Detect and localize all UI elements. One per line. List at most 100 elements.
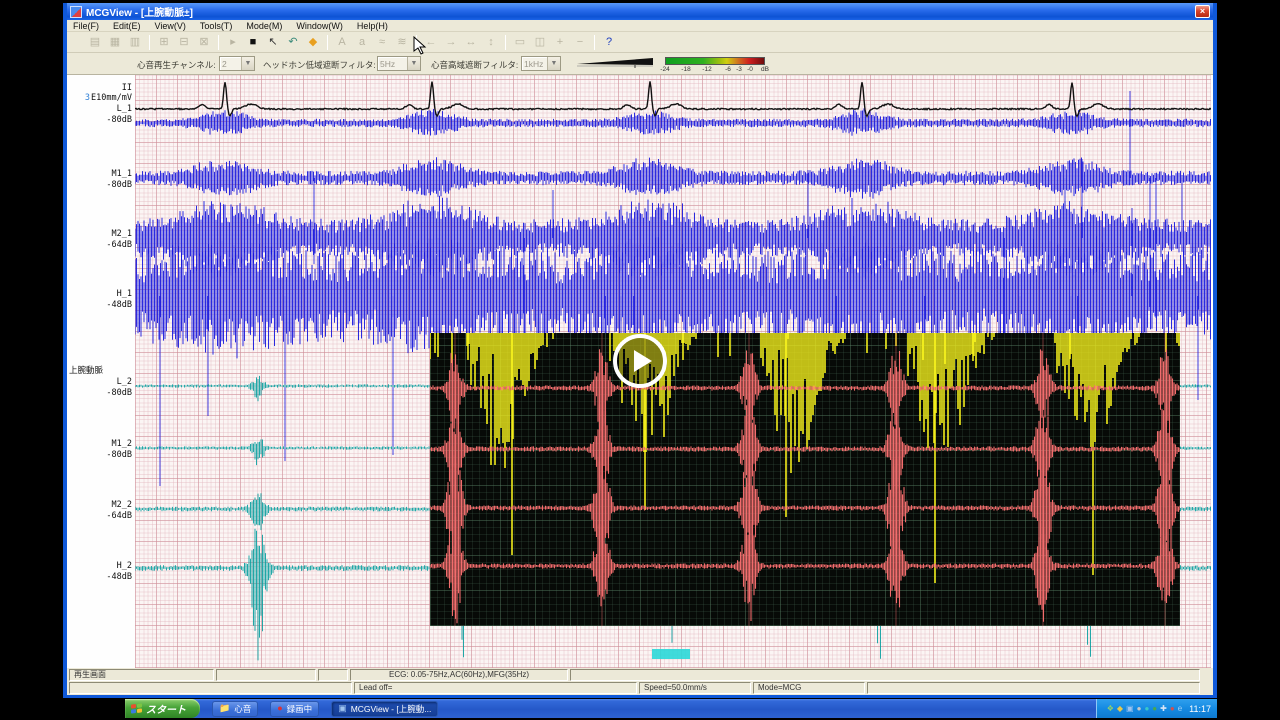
update-icon[interactable]: ✚	[1160, 705, 1167, 713]
pointer-button[interactable]: ↖	[263, 34, 283, 51]
system-tray: ❖◆▣●●●✚●e11:17	[1096, 699, 1217, 718]
channel-label-M2_1: M2_1	[70, 229, 132, 239]
play-button[interactable]: ▸	[223, 34, 243, 51]
toolbar-separator	[327, 35, 328, 50]
channel-label-M1_2: M1_2	[70, 439, 132, 449]
task-heart-sound[interactable]: 📁心音	[212, 701, 258, 717]
folder-icon: 📁	[219, 704, 230, 713]
layout-single-button[interactable]: ▭	[510, 34, 530, 51]
toolbar: ▤▦▥⊞⊟⊠▸■↖↶◆Aa≈≋←→↔↕▭◫+−?	[67, 32, 1213, 53]
undo-button[interactable]: ↶	[283, 34, 303, 51]
taskbar: スタート 📁心音●録画中▣MCGView - [上腕動... ❖◆▣●●●✚●e…	[125, 699, 1217, 718]
lowcut-filter-select[interactable]: 5Hz▼	[377, 56, 421, 71]
chevron-down-icon: ▼	[547, 57, 560, 70]
mcgview-window: MCGView - [上腕動脈±] × File(F) Edit(E) View(V…	[63, 3, 1217, 698]
text-large-button[interactable]: A	[332, 34, 352, 51]
open-button[interactable]: ▤	[85, 34, 105, 51]
channel-marker: 3	[85, 93, 90, 103]
gain-down-button[interactable]: −	[570, 34, 590, 51]
title-bar[interactable]: MCGView - [上腕動脈±] ×	[67, 3, 1213, 20]
channel-label--80dB: -80dB	[70, 450, 132, 460]
toolbar-separator	[594, 35, 595, 50]
volume-wedge-slider[interactable]	[577, 58, 657, 68]
channel-label--80dB: -80dB	[70, 115, 132, 125]
wave-filter-2-button[interactable]: ≋	[392, 34, 412, 51]
status-cell: Speed=50.0mm/s	[639, 682, 751, 694]
expand-amp-button[interactable]: ↕	[481, 34, 501, 51]
lowcut-filter-label: ヘッドホン低域遮断フィルタ:	[263, 59, 376, 71]
highcut-filter-select[interactable]: 1kHz▼	[521, 56, 561, 71]
antivirus-icon[interactable]: ●	[1152, 705, 1157, 713]
channel-label-E10mm/mV: 3E10mm/mV	[70, 93, 132, 103]
ie-icon[interactable]: e	[1178, 705, 1182, 713]
menu-item-mode[interactable]: Mode(M)	[246, 21, 282, 31]
menu-item-edit[interactable]: Edit(E)	[113, 21, 141, 31]
play-button[interactable]	[613, 334, 667, 388]
layout-split-button[interactable]: ◫	[530, 34, 550, 51]
toolbar-separator	[505, 35, 506, 50]
db-tick-dB: dB	[761, 66, 769, 73]
overlay-burst-lines	[455, 333, 1165, 626]
security-icon[interactable]: ❖	[1107, 705, 1114, 713]
print-button[interactable]: ▥	[125, 34, 145, 51]
close-view-button[interactable]: ⊠	[194, 34, 214, 51]
window-title: MCGView - [上腕動脈±]	[86, 4, 193, 19]
help-button[interactable]: ?	[599, 34, 619, 51]
playback-channel-label: 心音再生チャンネル:	[137, 59, 216, 71]
desktop: MCGView - [上腕動脈±] × File(F) Edit(E) View(V…	[63, 0, 1217, 720]
stop-button[interactable]: ■	[243, 34, 263, 51]
trace-L_1	[135, 108, 1211, 135]
zoom-in-button[interactable]: ⊞	[154, 34, 174, 51]
video-inset-overlay[interactable]	[430, 333, 1180, 626]
gain-up-button[interactable]: +	[550, 34, 570, 51]
network-icon[interactable]: ●	[1144, 705, 1149, 713]
status-cell: Mode=MCG	[753, 682, 865, 694]
wave-filter-1-button[interactable]: ≈	[372, 34, 392, 51]
expand-time-button[interactable]: ↔	[461, 34, 481, 51]
menu-item-tools[interactable]: Tools(T)	[200, 21, 233, 31]
menu-item-window[interactable]: Window(W)	[296, 21, 343, 31]
toolbar-separator	[149, 35, 150, 50]
im-icon[interactable]: ◆	[1117, 705, 1123, 713]
channel-label-上腕動脈: 上腕動脈	[69, 364, 131, 376]
marker-button[interactable]: ◆	[303, 34, 323, 51]
chevron-down-icon: ▼	[407, 57, 420, 70]
display-icon[interactable]: ▣	[1126, 705, 1134, 713]
text-small-button[interactable]: a	[352, 34, 372, 51]
record-tray-icon[interactable]: ●	[1170, 705, 1175, 713]
db-tick--3: -3	[736, 66, 742, 73]
status-bar: 再生画面ECG: 0.05-75Hz,AC(60Hz),MFG(35Hz)Lea…	[67, 668, 1213, 695]
menu-item-help[interactable]: Help(H)	[357, 21, 388, 31]
db-tick--24: -24	[660, 66, 669, 73]
start-button[interactable]: スタート	[125, 699, 200, 718]
save-button[interactable]: ▦	[105, 34, 125, 51]
channel-label-H_1: H_1	[70, 289, 132, 299]
toolbar-separator	[218, 35, 219, 50]
zoom-out-button[interactable]: ⊟	[174, 34, 194, 51]
status-cell	[570, 669, 1200, 681]
db-tick--18: -18	[681, 66, 690, 73]
playback-marker	[652, 649, 690, 659]
overlay-sound-row-4	[430, 517, 1180, 624]
volume-icon[interactable]: ●	[1137, 705, 1142, 713]
status-row-1: 再生画面ECG: 0.05-75Hz,AC(60Hz),MFG(35Hz)	[69, 669, 1211, 681]
taskbar-clock[interactable]: 11:17	[1189, 704, 1211, 714]
channel-label-L_1: L_1	[70, 104, 132, 114]
sound-controls-toolbar: 心音再生チャンネル: 2▼ ヘッドホン低域遮断フィルタ: 5Hz▼ 心音高域遮断…	[67, 53, 1213, 75]
channel-label-gutter: II3E10mm/mVL_1-80dBM1_1-80dBM2_1-64dBH_1…	[67, 75, 135, 668]
db-scale-ticks: -24-18-12-6-3-0dB	[665, 66, 777, 74]
record-icon: ●	[277, 704, 282, 713]
waveform-client-area: II3E10mm/mVL_1-80dBM1_1-80dBM2_1-64dBH_1…	[67, 75, 1213, 668]
task-recording[interactable]: ●録画中	[270, 701, 319, 717]
task-mcgview[interactable]: ▣MCGView - [上腕動...	[331, 701, 438, 717]
playback-channel-select[interactable]: 2▼	[219, 56, 255, 71]
status-cell: 再生画面	[69, 669, 214, 681]
status-row-2: Lead off=Speed=50.0mm/sMode=MCG	[69, 682, 1211, 694]
status-cell	[69, 682, 352, 694]
menu-item-file[interactable]: File(F)	[73, 21, 99, 31]
close-button[interactable]: ×	[1195, 5, 1210, 18]
scroll-right-button[interactable]: →	[441, 34, 461, 51]
menu-item-view[interactable]: View(V)	[155, 21, 186, 31]
mcg-app-icon: ▣	[338, 704, 347, 713]
status-cell	[216, 669, 316, 681]
